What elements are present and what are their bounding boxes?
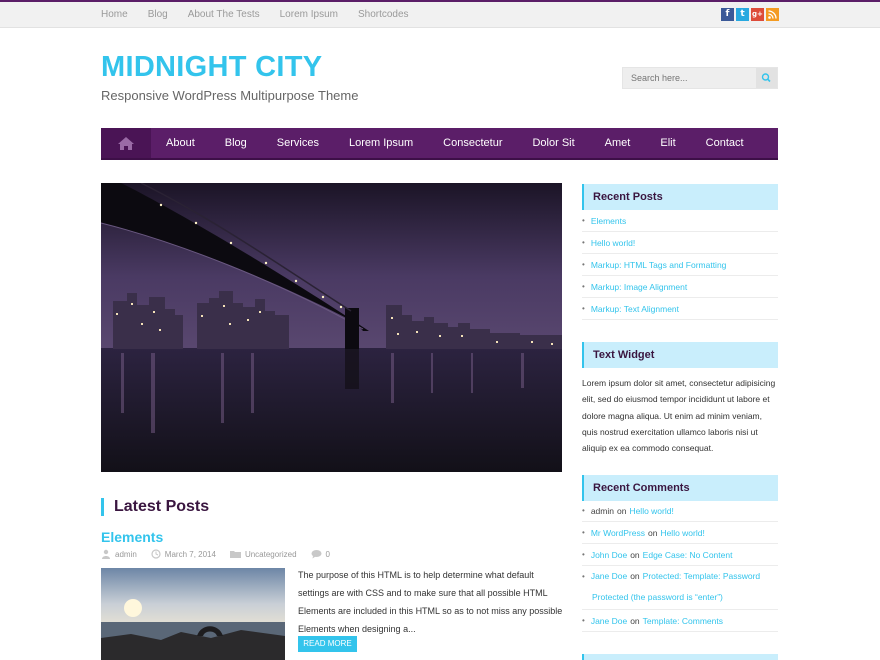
search-button[interactable] — [756, 68, 777, 88]
nav-item-services[interactable]: Services — [262, 128, 334, 158]
twitter-icon[interactable]: t — [736, 8, 749, 21]
social-icons: f t g+ — [721, 8, 779, 21]
featured-slider-image[interactable] — [101, 183, 562, 472]
comment-author-link[interactable]: Jane Doe — [591, 571, 627, 581]
comment-author-link[interactable]: Jane Doe — [591, 616, 627, 626]
main-nav: About Blog Services Lorem Ipsum Consecte… — [101, 128, 778, 160]
latest-posts-title: Latest Posts — [114, 498, 210, 515]
list-item: • Elements — [582, 210, 778, 232]
list-item: • Markup: HTML Tags and Formatting — [582, 254, 778, 276]
search-icon — [761, 73, 771, 83]
recent-comments-heading: Recent Comments — [593, 482, 690, 494]
nav-item-blog[interactable]: Blog — [210, 128, 262, 158]
next-widget-header — [582, 654, 778, 660]
latest-posts-heading: Latest Posts — [101, 498, 209, 516]
text-widget-header: Text Widget — [582, 342, 778, 368]
post-comments: 0 — [311, 549, 330, 559]
list-item: • Jane Doe on Protected: Template: Password… — [582, 566, 778, 610]
comment-post-link[interactable]: Hello world! — [629, 506, 673, 516]
top-nav-shortcodes[interactable]: Shortcodes — [358, 9, 409, 21]
site-branding: MIDNIGHT CITY Responsive WordPress Multi… — [101, 51, 358, 104]
clock-icon — [151, 549, 161, 559]
recent-comments-list: • admin on Hello world! • Mr WordPress on Hell… — [582, 500, 778, 632]
recent-posts-heading: Recent Posts — [593, 191, 663, 203]
post-date-text: March 7, 2014 — [164, 549, 216, 559]
search-box — [622, 67, 778, 89]
comment-author-link[interactable]: John Doe — [591, 550, 627, 560]
post-author: admin — [101, 549, 137, 559]
post-category-name[interactable]: Uncategorized — [245, 550, 297, 559]
recent-posts-list: • Elements • Hello world! • Markup: HTML Ta… — [582, 210, 778, 320]
post-excerpt: The purpose of this HTML is to help dete… — [298, 570, 563, 634]
top-nav-about-the-tests[interactable]: About The Tests — [188, 9, 260, 21]
comment-author: admin — [590, 505, 614, 516]
top-nav-lorem-ipsum[interactable]: Lorem Ipsum — [280, 9, 338, 21]
post-date: March 7, 2014 — [151, 549, 216, 559]
googleplus-icon[interactable]: g+ — [751, 8, 764, 21]
recent-post-link[interactable]: Elements — [591, 216, 626, 226]
post-title[interactable]: Elements — [101, 529, 163, 545]
top-nav-home[interactable]: Home — [101, 9, 128, 21]
nav-item-contact[interactable]: Contact — [691, 128, 759, 158]
recent-posts-widget-header: Recent Posts — [582, 184, 778, 210]
list-item: • Mr WordPress on Hello world! — [582, 522, 778, 544]
list-item: • John Doe on Edge Case: No Content — [582, 544, 778, 566]
text-widget-heading: Text Widget — [593, 349, 655, 361]
list-item: • admin on Hello world! — [582, 500, 778, 522]
list-item: • Markup: Image Alignment — [582, 276, 778, 298]
rss-icon[interactable] — [766, 8, 779, 21]
post-thumbnail[interactable] — [101, 568, 285, 660]
nav-item-elit[interactable]: Elit — [645, 128, 690, 158]
recent-post-link[interactable]: Markup: Image Alignment — [591, 282, 687, 292]
comment-post-link[interactable]: Edge Case: No Content — [643, 550, 733, 560]
nav-item-lorem-ipsum[interactable]: Lorem Ipsum — [334, 128, 428, 158]
comment-icon — [311, 550, 322, 559]
recent-post-link[interactable]: Hello world! — [591, 238, 635, 248]
list-item: • Jane Doe on Template: Comments — [582, 610, 778, 632]
nav-item-consectetur[interactable]: Consectetur — [428, 128, 517, 158]
site-title[interactable]: MIDNIGHT CITY — [101, 51, 358, 83]
post-meta: admin March 7, 2014 Uncategorized 0 — [101, 549, 344, 559]
recent-post-link[interactable]: Markup: HTML Tags and Formatting — [591, 260, 727, 270]
nav-item-dolor-sit[interactable]: Dolor Sit — [517, 128, 589, 158]
comment-post-link[interactable]: Hello world! — [660, 528, 704, 538]
comment-author-link[interactable]: Mr WordPress — [591, 528, 645, 538]
post-comment-count[interactable]: 0 — [326, 550, 330, 559]
nav-item-about[interactable]: About — [151, 128, 210, 158]
site-tagline: Responsive WordPress Multipurpose Theme — [101, 88, 359, 103]
recent-post-link[interactable]: Markup: Text Alignment — [591, 304, 679, 314]
folder-icon — [229, 551, 241, 558]
search-input[interactable] — [623, 68, 753, 88]
nav-home-button[interactable] — [101, 128, 151, 158]
facebook-icon[interactable]: f — [721, 8, 734, 21]
post-category: Uncategorized — [229, 549, 297, 559]
comment-post-link[interactable]: Template: Comments — [643, 616, 723, 626]
list-item: • Markup: Text Alignment — [582, 298, 778, 320]
top-nav: Home Blog About The Tests Lorem Ipsum Sh… — [101, 9, 429, 21]
read-more-button[interactable]: READ MORE — [298, 636, 357, 652]
user-icon — [102, 549, 110, 559]
top-nav-blog[interactable]: Blog — [148, 9, 168, 21]
top-bar: Home Blog About The Tests Lorem Ipsum Sh… — [0, 0, 880, 28]
recent-comments-widget-header: Recent Comments — [582, 475, 778, 501]
post-author-name[interactable]: admin — [115, 550, 137, 559]
text-widget-body: Lorem ipsum dolor sit amet, consectetur … — [582, 378, 776, 454]
home-icon — [118, 136, 134, 150]
nav-item-amet[interactable]: Amet — [590, 128, 646, 158]
list-item: • Hello world! — [582, 232, 778, 254]
